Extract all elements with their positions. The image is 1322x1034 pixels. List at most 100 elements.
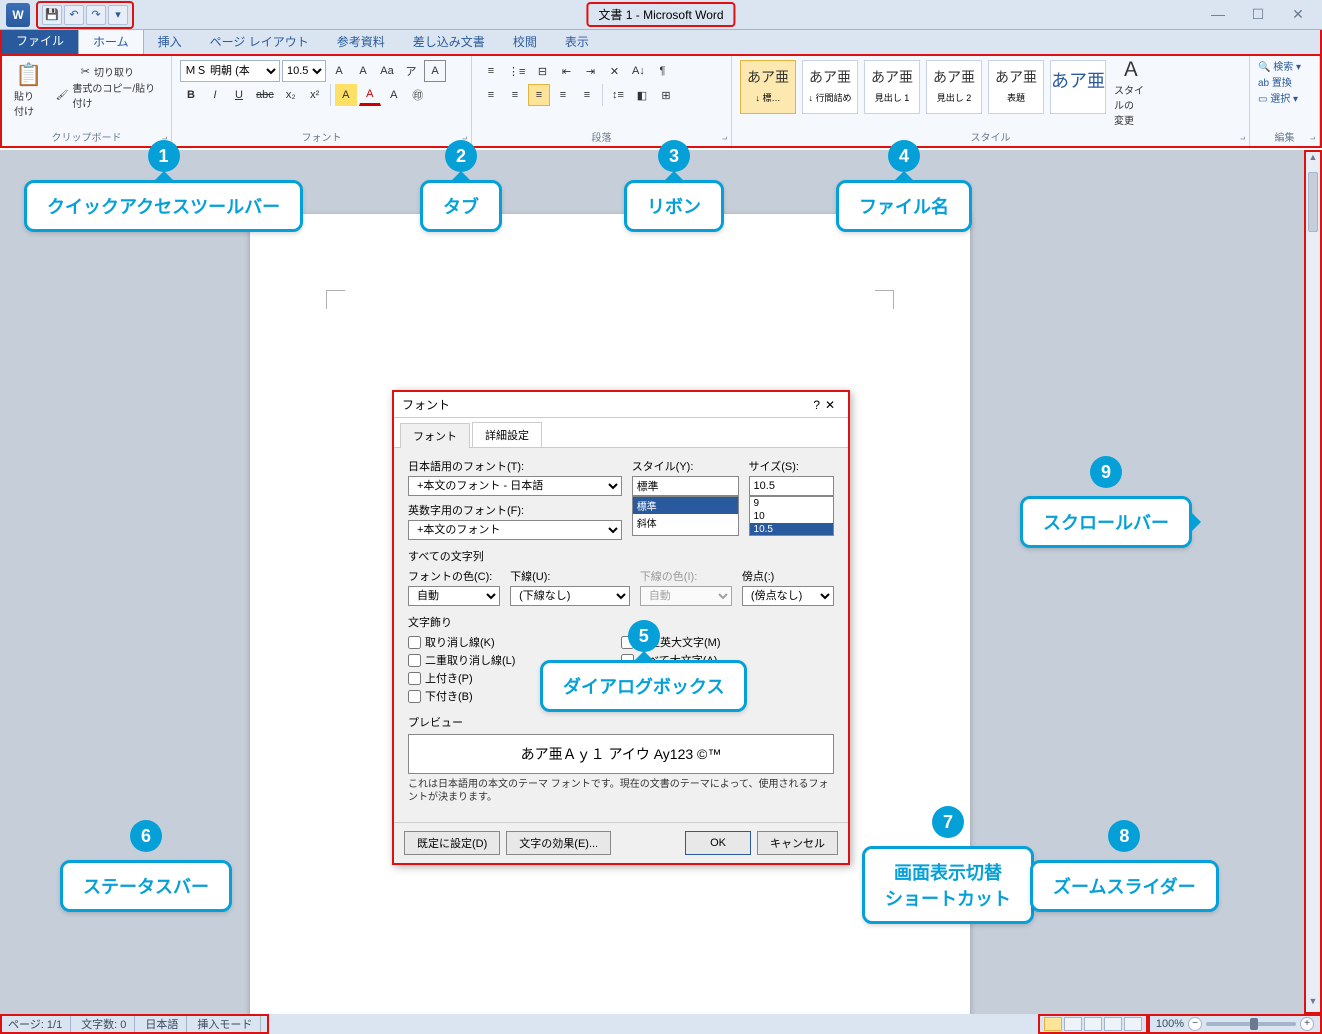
close-button[interactable]: ✕ bbox=[1288, 6, 1308, 23]
style-normal[interactable]: あア亜↓ 標… bbox=[740, 60, 796, 114]
justify-button[interactable]: ≡ bbox=[552, 84, 574, 106]
style-subtitle[interactable]: あア亜 bbox=[1050, 60, 1106, 114]
font-family-select[interactable]: ＭＳ 明朝 (本 bbox=[180, 60, 280, 82]
qat-redo-button[interactable]: ↷ bbox=[86, 5, 106, 25]
tab-references[interactable]: 参考資料 bbox=[323, 29, 399, 54]
latin-font-select[interactable]: +本文のフォント bbox=[408, 520, 622, 540]
zoom-percent[interactable]: 100% bbox=[1156, 1018, 1184, 1030]
scroll-down-button[interactable]: ▼ bbox=[1306, 996, 1320, 1012]
style-heading2[interactable]: あア亜見出し 2 bbox=[926, 60, 982, 114]
find-button[interactable]: 🔍 検索 ▾ bbox=[1258, 60, 1301, 76]
decrease-indent-button[interactable]: ⇤ bbox=[555, 60, 577, 82]
vertical-scrollbar[interactable]: ▲ ▼ bbox=[1304, 150, 1322, 1014]
shading-button[interactable]: ◧ bbox=[631, 84, 653, 106]
dialog-help-button[interactable]: ? bbox=[813, 398, 820, 412]
shrink-font-button[interactable]: A bbox=[352, 60, 374, 82]
minimize-button[interactable]: — bbox=[1208, 6, 1228, 23]
tab-insert[interactable]: 挿入 bbox=[144, 29, 196, 54]
font-color-button[interactable]: A bbox=[359, 84, 381, 106]
qat-save-button[interactable]: 💾 bbox=[42, 5, 62, 25]
zoom-thumb[interactable] bbox=[1250, 1018, 1258, 1030]
underline-button[interactable]: U bbox=[228, 84, 250, 106]
style-title[interactable]: あア亜表題 bbox=[988, 60, 1044, 114]
set-default-button[interactable]: 既定に設定(D) bbox=[404, 831, 500, 855]
font-size-select[interactable]: 10.5 bbox=[282, 60, 326, 82]
tab-view[interactable]: 表示 bbox=[551, 29, 603, 54]
line-spacing-button[interactable]: ↕≡ bbox=[607, 84, 629, 106]
qat-customize-button[interactable]: ▾ bbox=[108, 5, 128, 25]
accent-select[interactable]: (傍点なし) bbox=[742, 586, 834, 606]
italic-button[interactable]: I bbox=[204, 84, 226, 106]
tab-review[interactable]: 校閲 bbox=[499, 29, 551, 54]
style-heading1[interactable]: あア亜見出し 1 bbox=[864, 60, 920, 114]
replace-button[interactable]: ab 置換 bbox=[1258, 76, 1301, 92]
check-strike[interactable]: 取り消し線(K) bbox=[408, 634, 621, 650]
status-word-count[interactable]: 文字数: 0 bbox=[81, 1016, 135, 1032]
distributed-button[interactable]: ≡ bbox=[576, 84, 598, 106]
tab-home[interactable]: ホーム bbox=[78, 28, 144, 54]
qat-undo-button[interactable]: ↶ bbox=[64, 5, 84, 25]
increase-indent-button[interactable]: ⇥ bbox=[579, 60, 601, 82]
status-insert-mode[interactable]: 挿入モード bbox=[197, 1016, 261, 1032]
view-fullscreen-reading[interactable] bbox=[1064, 1017, 1082, 1031]
view-print-layout[interactable] bbox=[1044, 1017, 1062, 1031]
bullets-button[interactable]: ≡ bbox=[480, 60, 502, 82]
styles-icon: Ａ bbox=[1121, 53, 1141, 82]
dialog-tab-font[interactable]: フォント bbox=[400, 423, 470, 448]
underline-select[interactable]: (下線なし) bbox=[510, 586, 630, 606]
strike-button[interactable]: abc bbox=[252, 84, 278, 106]
sort-button[interactable]: A↓ bbox=[627, 60, 649, 82]
dialog-close-button[interactable]: ✕ bbox=[820, 398, 840, 412]
enclose-chars-button[interactable]: ㊞ bbox=[407, 84, 429, 106]
change-case-button[interactable]: Aa bbox=[376, 60, 398, 82]
show-marks-button[interactable]: ¶ bbox=[651, 60, 673, 82]
tab-layout[interactable]: ページ レイアウト bbox=[196, 29, 323, 54]
superscript-button[interactable]: x² bbox=[304, 84, 326, 106]
jp-font-select[interactable]: +本文のフォント - 日本語 bbox=[408, 476, 622, 496]
size-list[interactable]: 9 10 10.5 bbox=[749, 496, 834, 536]
numbering-button[interactable]: ⋮≡ bbox=[504, 60, 529, 82]
style-list[interactable]: 標準 斜体 太字 bbox=[632, 496, 739, 536]
style-nospacing[interactable]: あア亜↓ 行間詰め bbox=[802, 60, 858, 114]
dialog-titlebar[interactable]: フォント ? ✕ bbox=[394, 392, 848, 418]
bold-button[interactable]: B bbox=[180, 84, 202, 106]
char-border-button[interactable]: A bbox=[424, 60, 446, 82]
view-draft[interactable] bbox=[1124, 1017, 1142, 1031]
align-right-button[interactable]: ≡ bbox=[528, 84, 550, 106]
dialog-tab-advanced[interactable]: 詳細設定 bbox=[472, 422, 542, 447]
align-left-button[interactable]: ≡ bbox=[480, 84, 502, 106]
change-styles-button[interactable]: Ａスタイルの 変更 bbox=[1110, 60, 1152, 120]
style-gallery[interactable]: あア亜↓ 標… あア亜↓ 行間詰め あア亜見出し 1 あア亜見出し 2 あア亜表… bbox=[740, 60, 1106, 114]
phonetic-button[interactable]: ア bbox=[400, 60, 422, 82]
format-painter-button[interactable]: 🖌書式のコピー/貼り付け bbox=[52, 84, 163, 106]
zoom-out-button[interactable]: − bbox=[1188, 1017, 1202, 1031]
cancel-button[interactable]: キャンセル bbox=[757, 831, 838, 855]
borders-button[interactable]: ⊞ bbox=[655, 84, 677, 106]
zoom-track[interactable] bbox=[1206, 1022, 1296, 1026]
zoom-in-button[interactable]: + bbox=[1300, 1017, 1314, 1031]
size-input[interactable] bbox=[749, 476, 834, 496]
view-web-layout[interactable] bbox=[1084, 1017, 1102, 1031]
scroll-up-button[interactable]: ▲ bbox=[1306, 152, 1320, 168]
tab-file[interactable]: ファイル bbox=[2, 27, 78, 54]
font-color-select[interactable]: 自動 bbox=[408, 586, 500, 606]
status-language[interactable]: 日本語 bbox=[145, 1016, 187, 1032]
multilevel-button[interactable]: ⊟ bbox=[531, 60, 553, 82]
tab-mailings[interactable]: 差し込み文書 bbox=[399, 29, 499, 54]
paste-button[interactable]: 📋貼り付け bbox=[10, 60, 48, 120]
char-shading-button[interactable]: A bbox=[383, 84, 405, 106]
status-page[interactable]: ページ: 1/1 bbox=[8, 1016, 71, 1032]
align-center-button[interactable]: ≡ bbox=[504, 84, 526, 106]
ok-button[interactable]: OK bbox=[685, 831, 751, 855]
cut-button[interactable]: ✂切り取り bbox=[52, 60, 163, 82]
maximize-button[interactable]: ☐ bbox=[1248, 6, 1268, 23]
subscript-button[interactable]: x₂ bbox=[280, 84, 302, 106]
grow-font-button[interactable]: A bbox=[328, 60, 350, 82]
style-input[interactable] bbox=[632, 476, 739, 496]
highlight-button[interactable]: A bbox=[335, 84, 357, 106]
view-outline[interactable] bbox=[1104, 1017, 1122, 1031]
select-button[interactable]: ▭ 選択 ▾ bbox=[1258, 92, 1301, 108]
text-effects-button[interactable]: 文字の効果(E)... bbox=[506, 831, 611, 855]
asian-layout-button[interactable]: ✕ bbox=[603, 60, 625, 82]
scroll-thumb[interactable] bbox=[1308, 172, 1318, 232]
